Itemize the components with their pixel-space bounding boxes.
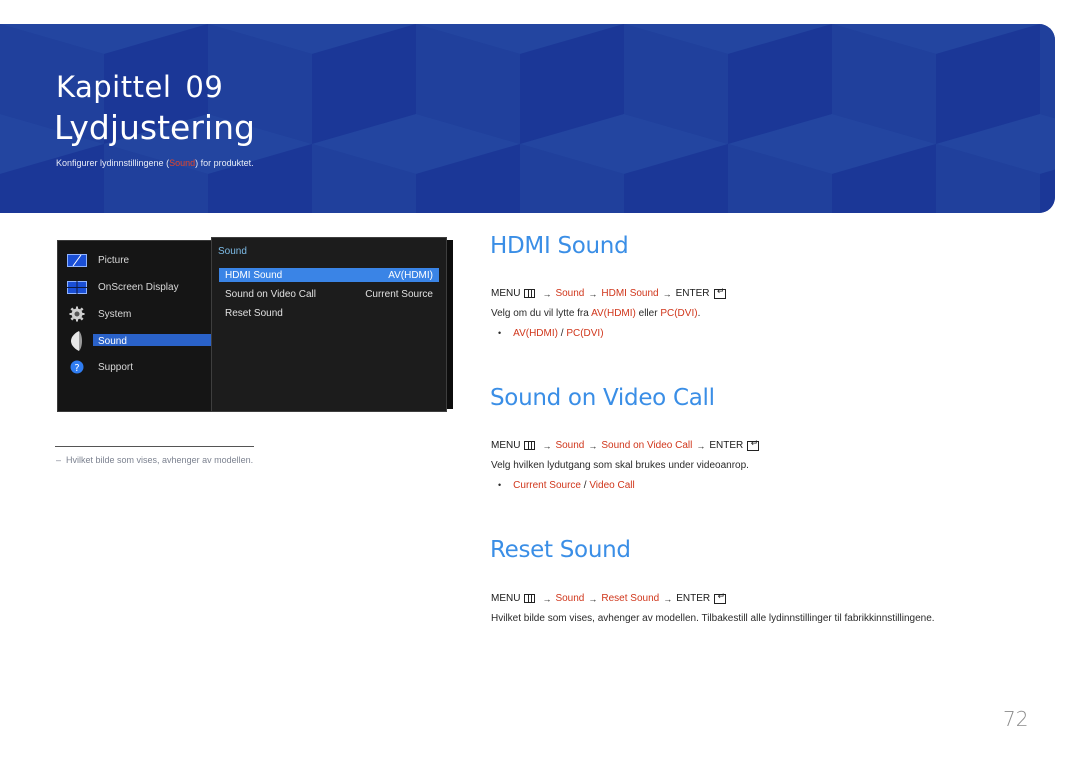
path-enter: ENTER <box>709 440 744 451</box>
desc-option: AV(HDMI) <box>591 308 636 319</box>
svg-text:?: ? <box>74 363 79 374</box>
enter-icon <box>714 591 727 604</box>
menu-path-sound-on-video-call: MENU → Sound → Sound on Video Call → ENT… <box>491 438 760 451</box>
option-value: Video Call <box>589 480 635 491</box>
osd-menu-item-system[interactable]: System <box>58 305 214 323</box>
osd-menu-label: Support <box>98 361 134 373</box>
chapter-title: Lydjustering <box>54 108 255 147</box>
description-hdmi-sound: Velg om du vil lytte fra AV(HDMI) eller … <box>491 308 700 319</box>
subtitle-text: Konfigurer lydinnstillingene ( <box>56 158 170 168</box>
path-menu: MENU <box>491 593 521 604</box>
description-sound-on-video-call: Velg hvilken lydutgang som skal brukes u… <box>491 460 749 471</box>
submenu-item-sound-on-video-call[interactable]: Sound on Video Call Current Source <box>219 287 439 301</box>
arrow-icon: → <box>588 288 598 299</box>
gear-icon <box>67 306 87 322</box>
submenu-item-value: Current Source <box>365 288 433 300</box>
option-value: AV(HDMI) <box>513 328 558 339</box>
path-step: Sound <box>555 440 585 451</box>
chapter-label: Kapittel 09 <box>56 70 223 104</box>
path-menu: MENU <box>491 440 521 451</box>
desc-text: Velg om du vil lytte fra <box>491 308 592 319</box>
submenu-item-label: HDMI Sound <box>225 269 283 281</box>
submenu-item-label: Reset Sound <box>225 307 283 319</box>
chapter-word: Kapittel <box>56 70 172 104</box>
path-enter: ENTER <box>675 288 710 299</box>
path-menu: MENU <box>491 288 521 299</box>
arrow-icon: → <box>588 440 598 451</box>
osd-menu-label: Sound <box>98 335 127 347</box>
subtitle-text-end: ) for produktet. <box>195 158 254 168</box>
osd-menu-item-picture[interactable]: Picture <box>58 251 214 269</box>
arrow-icon: → <box>662 288 672 299</box>
osd-menu-label: System <box>98 308 132 320</box>
menu-path-reset-sound: MENU → Sound → Reset Sound → ENTER <box>491 591 727 604</box>
footnote-divider <box>55 446 254 447</box>
path-step: HDMI Sound <box>601 288 659 299</box>
footnote-dash: – <box>56 455 62 465</box>
bullet-icon: • <box>498 328 502 338</box>
picture-icon <box>67 253 87 267</box>
osd-menu-label: OnScreen Display <box>98 281 179 293</box>
panel-shadow <box>447 240 453 409</box>
submenu-item-value: AV(HDMI) <box>388 269 433 281</box>
menu-icon <box>524 289 536 298</box>
arrow-icon: → <box>542 593 552 604</box>
arrow-icon: → <box>663 593 673 604</box>
bullet-icon: • <box>498 480 502 490</box>
options-sound-on-video-call: • Current Source / Video Call <box>498 480 635 491</box>
page-number: 72 <box>1003 707 1029 731</box>
osd-menu-screenshot: Picture OnScreen Display System Sound ? <box>57 237 453 412</box>
menu-icon <box>524 441 536 450</box>
arrow-icon: → <box>542 440 552 451</box>
desc-option: PC(DVI) <box>660 308 698 319</box>
desc-text: eller <box>635 308 661 319</box>
osd-menu-item-sound[interactable]: Sound <box>58 330 214 352</box>
option-value: PC(DVI) <box>566 328 604 339</box>
submenu-item-label: Sound on Video Call <box>225 288 316 300</box>
footnote: – Hvilket bilde som vises, avhenger av mo… <box>56 455 253 465</box>
description-reset-sound: Hvilket bilde som vises, avhenger av mod… <box>491 613 935 624</box>
menu-icon <box>524 594 536 603</box>
chapter-number: 09 <box>185 70 224 104</box>
enter-icon <box>747 438 760 451</box>
enter-icon <box>713 286 726 299</box>
desc-text: . <box>697 308 701 319</box>
path-step: Sound <box>555 593 585 604</box>
chapter-subtitle: Konfigurer lydinnstillingene (Sound) for… <box>56 158 254 168</box>
heading-sound-on-video-call: Sound on Video Call <box>490 385 715 411</box>
option-value: Current Source <box>513 480 581 491</box>
heading-hdmi-sound: HDMI Sound <box>490 233 629 259</box>
path-step: Sound <box>555 288 585 299</box>
submenu-item-reset-sound[interactable]: Reset Sound <box>219 306 439 320</box>
menu-path-hdmi-sound: MENU → Sound → HDMI Sound → ENTER <box>491 286 726 299</box>
path-enter: ENTER <box>676 593 711 604</box>
arrow-icon: → <box>696 440 706 451</box>
submenu-title: Sound <box>218 246 247 257</box>
submenu-item-hdmi-sound[interactable]: HDMI Sound AV(HDMI) <box>219 268 439 282</box>
footnote-text: Hvilket bilde som vises, avhenger av mod… <box>66 455 254 465</box>
osd-main-menu: Picture OnScreen Display System Sound ? <box>57 240 214 412</box>
osd-menu-label: Picture <box>98 254 130 266</box>
speaker-icon <box>67 331 87 351</box>
osd-menu-item-onscreen-display[interactable]: OnScreen Display <box>58 278 214 296</box>
heading-reset-sound: Reset Sound <box>490 537 631 563</box>
path-step: Sound on Video Call <box>601 440 693 451</box>
subtitle-highlight: Sound <box>169 158 196 168</box>
arrow-icon: → <box>542 288 552 299</box>
options-hdmi-sound: • AV(HDMI) / PC(DVI) <box>498 328 604 339</box>
onscreen-display-icon <box>67 280 87 294</box>
osd-menu-item-support[interactable]: ? Support <box>58 358 214 376</box>
question-icon: ? <box>67 360 87 374</box>
arrow-icon: → <box>588 593 598 604</box>
path-step: Reset Sound <box>601 593 660 604</box>
osd-sound-submenu: Sound HDMI Sound AV(HDMI) Sound on Video… <box>211 237 447 412</box>
chapter-banner: Kapittel 09 Lydjustering Konfigurer lydin… <box>0 24 1055 213</box>
